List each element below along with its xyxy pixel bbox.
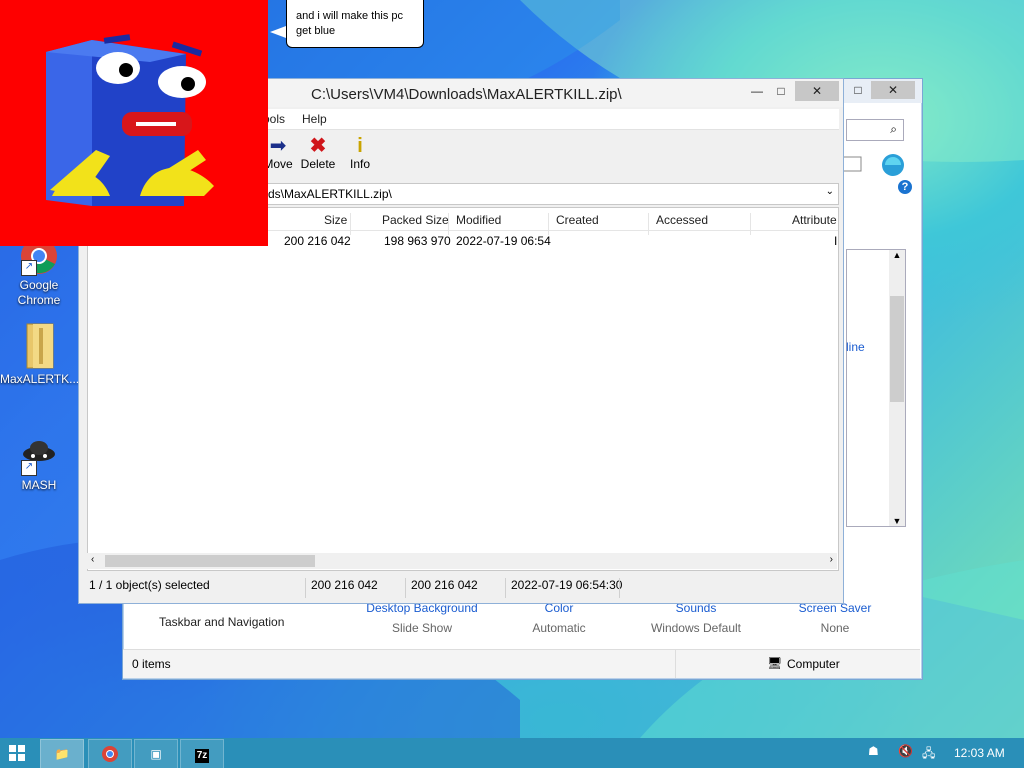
chrome-icon — [102, 746, 118, 762]
status-size: 200 216 042 — [311, 578, 378, 592]
sounds-item[interactable]: Sounds Windows Default — [631, 601, 761, 635]
mascot-image — [46, 34, 214, 206]
scroll-up-icon[interactable]: ▲ — [889, 250, 905, 260]
network-icon[interactable]: 🖧 — [922, 744, 935, 765]
desktop-background-item[interactable]: Desktop Background Slide Show — [357, 601, 487, 635]
online-themes-link[interactable]: line — [846, 340, 865, 354]
column-modified[interactable]: Modified — [456, 213, 501, 227]
delete-button[interactable]: ✖ Delete — [295, 135, 341, 171]
status-date: 2022-07-19 06:54:30 — [511, 578, 623, 592]
item-sub: Automatic — [532, 621, 586, 635]
items-count: 0 items — [132, 657, 171, 671]
shortcut-arrow-icon: ↗ — [21, 260, 37, 276]
cp-maximize-button[interactable]: □ — [849, 81, 867, 99]
row-modified: 2022-07-19 06:54 — [456, 234, 551, 248]
speech-bubble-tail — [270, 26, 286, 38]
horizontal-scrollbar[interactable]: ‹ › — [87, 553, 837, 569]
column-accessed[interactable]: Accessed — [656, 213, 708, 227]
window-title: C:\Users\VM4\Downloads\MaxALERTKILL.zip\ — [311, 86, 622, 103]
scroll-right-icon[interactable]: › — [830, 554, 833, 565]
scroll-left-icon[interactable]: ‹ — [91, 554, 94, 565]
item-sub: Slide Show — [391, 621, 453, 635]
row-size: 200 216 042 — [284, 234, 351, 248]
7zip-icon: 7z — [194, 749, 210, 763]
taskbar-control-panel[interactable]: ▣ — [134, 739, 178, 769]
desktop-icon-mash[interactable]: ↗ MASH — [0, 436, 78, 493]
column-created[interactable]: Created — [556, 213, 599, 227]
selection-status: 1 / 1 object(s) selected — [89, 578, 210, 592]
icon-label: Google — [19, 278, 59, 292]
taskbar-7zip[interactable]: 7z — [180, 739, 224, 769]
computer-icon: 🖥 — [767, 656, 783, 670]
cp-search-box[interactable]: ⌕ — [846, 119, 904, 141]
speech-line-1: and i will make this pc — [296, 10, 403, 22]
menu-help[interactable]: Help — [302, 112, 327, 126]
windows-start-icon[interactable] — [8, 744, 26, 762]
close-button[interactable]: ✕ — [795, 81, 839, 101]
column-packed-size[interactable]: Packed Size — [382, 213, 449, 227]
address-value: ds\MaxALERTKILL.zip\ — [268, 187, 392, 201]
taskbar-chrome[interactable] — [88, 739, 132, 769]
tray-mash-icon[interactable]: ☗ — [868, 744, 879, 758]
taskbar-file-explorer[interactable]: 📁 — [40, 739, 84, 769]
item-sub: Windows Default — [650, 621, 742, 635]
chevron-down-icon[interactable]: ⌄ — [826, 186, 834, 197]
status-bar: 1 / 1 object(s) selected 200 216 042 200… — [87, 575, 837, 598]
file-list[interactable]: Size Packed Size Modified Created Access… — [87, 207, 839, 571]
mascot-popup[interactable] — [0, 0, 268, 246]
taskbar-nav-link[interactable]: Taskbar and Navigation — [159, 615, 284, 629]
search-icon: ⌕ — [890, 122, 897, 136]
info-button[interactable]: i Info — [337, 135, 383, 171]
icon-label: MASH — [21, 478, 57, 492]
icon-label: MaxALERTK... — [0, 372, 80, 386]
status-size-2: 200 216 042 — [411, 578, 478, 592]
row-attributes: I — [834, 234, 838, 248]
desktop-icon-folder[interactable]: MaxALERTK... — [0, 322, 80, 387]
maximize-button[interactable]: □ — [771, 81, 791, 101]
cp-vertical-scrollbar[interactable]: ▲ ▼ — [889, 250, 905, 526]
mash-icon: ↗ — [19, 436, 59, 476]
screen-saver-item[interactable]: Screen Saver None — [770, 601, 900, 635]
volume-muted-icon[interactable]: 🔇 — [898, 744, 913, 758]
folder-icon — [19, 322, 59, 370]
minimize-button[interactable]: — — [747, 81, 767, 101]
scroll-thumb[interactable] — [890, 296, 904, 402]
computer-label: Computer — [787, 657, 840, 671]
desktop-icon-chrome[interactable]: ↗ Google Chrome — [0, 236, 78, 308]
speech-line-2: get blue — [296, 25, 336, 37]
cp-theme-list[interactable]: ▲ ▼ — [846, 249, 906, 527]
shortcut-arrow-icon: ↗ — [21, 460, 37, 476]
column-attributes[interactable]: Attribute — [792, 213, 837, 227]
scroll-down-icon[interactable]: ▼ — [889, 516, 905, 526]
scroll-thumb[interactable] — [105, 555, 315, 567]
taskbar: 📁 ▣ 7z ☗ 🔇 🖧 12:03 AM — [0, 738, 1024, 769]
item-sub: None — [820, 621, 850, 635]
folder-icon: 📁 — [54, 747, 70, 761]
row-packed-size: 198 963 970 — [384, 234, 451, 248]
column-size[interactable]: Size — [324, 213, 347, 227]
color-item[interactable]: Color Automatic — [494, 601, 624, 635]
cp-close-button[interactable]: ✕ — [871, 81, 915, 99]
icon-label: Chrome — [17, 293, 61, 307]
delete-x-icon: ✖ — [309, 135, 327, 157]
help-icon[interactable]: ? — [898, 180, 912, 194]
clock[interactable]: 12:03 AM — [954, 746, 1005, 760]
info-label: Info — [349, 157, 370, 171]
info-icon: i — [357, 135, 363, 157]
speech-bubble: and i will make this pc get blue — [286, 0, 424, 48]
control-panel-icon: ▣ — [150, 747, 162, 761]
delete-label: Delete — [300, 157, 336, 171]
cp-status-bar: 0 items 🖥 Computer — [123, 649, 920, 678]
cp-toolbar-icons — [841, 151, 921, 179]
